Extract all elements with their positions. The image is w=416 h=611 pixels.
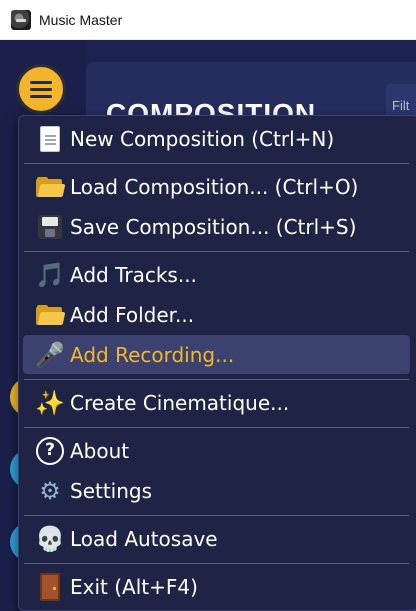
menu-item-add-recording[interactable]: 🎤 Add Recording...: [23, 335, 410, 374]
hamburger-line: [30, 80, 52, 84]
menu-item-add-folder[interactable]: Add Folder...: [23, 295, 410, 334]
menu-separator: [24, 427, 409, 428]
window-title: Music Master: [39, 11, 123, 28]
menu-separator: [24, 379, 409, 380]
main-menu-dropdown: New Composition (Ctrl+N) Load Compositio…: [18, 115, 416, 611]
menu-item-add-tracks[interactable]: 🎵 Add Tracks...: [23, 255, 410, 294]
title-bar: Music Master: [0, 0, 416, 40]
menu-item-label: Load Autosave: [70, 526, 218, 551]
menu-item-label: Load Composition... (Ctrl+O): [70, 174, 359, 199]
menu-item-about[interactable]: ? About: [23, 431, 410, 470]
floppy-disk-icon: [33, 210, 67, 244]
hamburger-line: [30, 94, 52, 98]
menu-item-new-composition[interactable]: New Composition (Ctrl+N): [23, 119, 410, 158]
menu-item-label: About: [70, 438, 130, 463]
menu-item-label: New Composition (Ctrl+N): [70, 126, 335, 151]
menu-separator: [24, 251, 409, 252]
music-note-icon: 🎵: [35, 260, 65, 289]
menu-separator: [24, 163, 409, 164]
menu-item-save-composition[interactable]: Save Composition... (Ctrl+S): [23, 207, 410, 246]
open-folder-icon: [33, 170, 67, 204]
gear-icon: ⚙: [39, 476, 61, 505]
menu-item-label: Settings: [70, 478, 153, 503]
menu-item-create-cinematique[interactable]: ✨ Create Cinematique...: [23, 383, 410, 422]
hamburger-menu-button[interactable]: [16, 64, 66, 114]
menu-separator: [24, 563, 409, 564]
door-icon: [33, 570, 67, 604]
menu-item-label: Create Cinematique...: [70, 390, 290, 415]
new-document-icon: [33, 122, 67, 156]
filter-placeholder: Filt: [392, 98, 410, 113]
menu-item-settings[interactable]: ⚙ Settings: [23, 471, 410, 510]
app-icon: [11, 9, 31, 30]
skull-icon: 💀: [35, 524, 65, 553]
microphone-icon: 🎤: [35, 340, 65, 369]
menu-item-load-autosave[interactable]: 💀 Load Autosave: [23, 519, 410, 558]
menu-item-label: Save Composition... (Ctrl+S): [70, 214, 357, 239]
sparkles-icon: ✨: [35, 388, 65, 417]
menu-item-label: Exit (Alt+F4): [70, 574, 198, 599]
menu-item-label: Add Tracks...: [70, 262, 197, 287]
menu-item-label: Add Recording...: [70, 342, 235, 367]
menu-item-label: Add Folder...: [70, 302, 195, 327]
menu-item-exit[interactable]: Exit (Alt+F4): [23, 567, 410, 606]
hamburger-line: [30, 87, 52, 91]
question-circle-icon: ?: [33, 434, 67, 468]
menu-separator: [24, 515, 409, 516]
menu-item-load-composition[interactable]: Load Composition... (Ctrl+O): [23, 167, 410, 206]
open-folder-icon: [33, 298, 67, 332]
